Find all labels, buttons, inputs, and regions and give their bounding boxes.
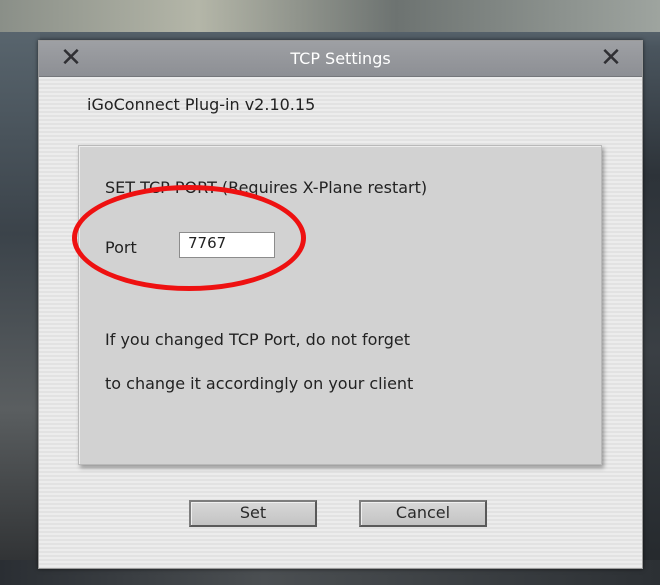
tcp-settings-window: TCP Settings ✕ ✕ iGoConnect Plug-in v2.1… [38,40,643,569]
note-line-2: to change it accordingly on your client [105,374,414,393]
title-bar[interactable]: TCP Settings ✕ ✕ [39,41,642,77]
port-label: Port [105,238,137,257]
plugin-version-label: iGoConnect Plug-in v2.10.15 [87,95,316,114]
set-button[interactable]: Set [189,500,317,527]
cancel-button[interactable]: Cancel [359,500,487,527]
background-scenery-top [0,0,660,32]
background-scenery-left [0,0,40,585]
window-title: TCP Settings [290,49,391,68]
close-icon[interactable]: ✕ [593,41,629,76]
close-icon[interactable]: ✕ [53,41,89,76]
port-input[interactable] [179,232,275,258]
note-line-1: If you changed TCP Port, do not forget [105,330,410,349]
panel-heading: SET TCP PORT (Requires X-Plane restart) [105,178,428,197]
tcp-port-panel: SET TCP PORT (Requires X-Plane restart) … [78,145,602,465]
